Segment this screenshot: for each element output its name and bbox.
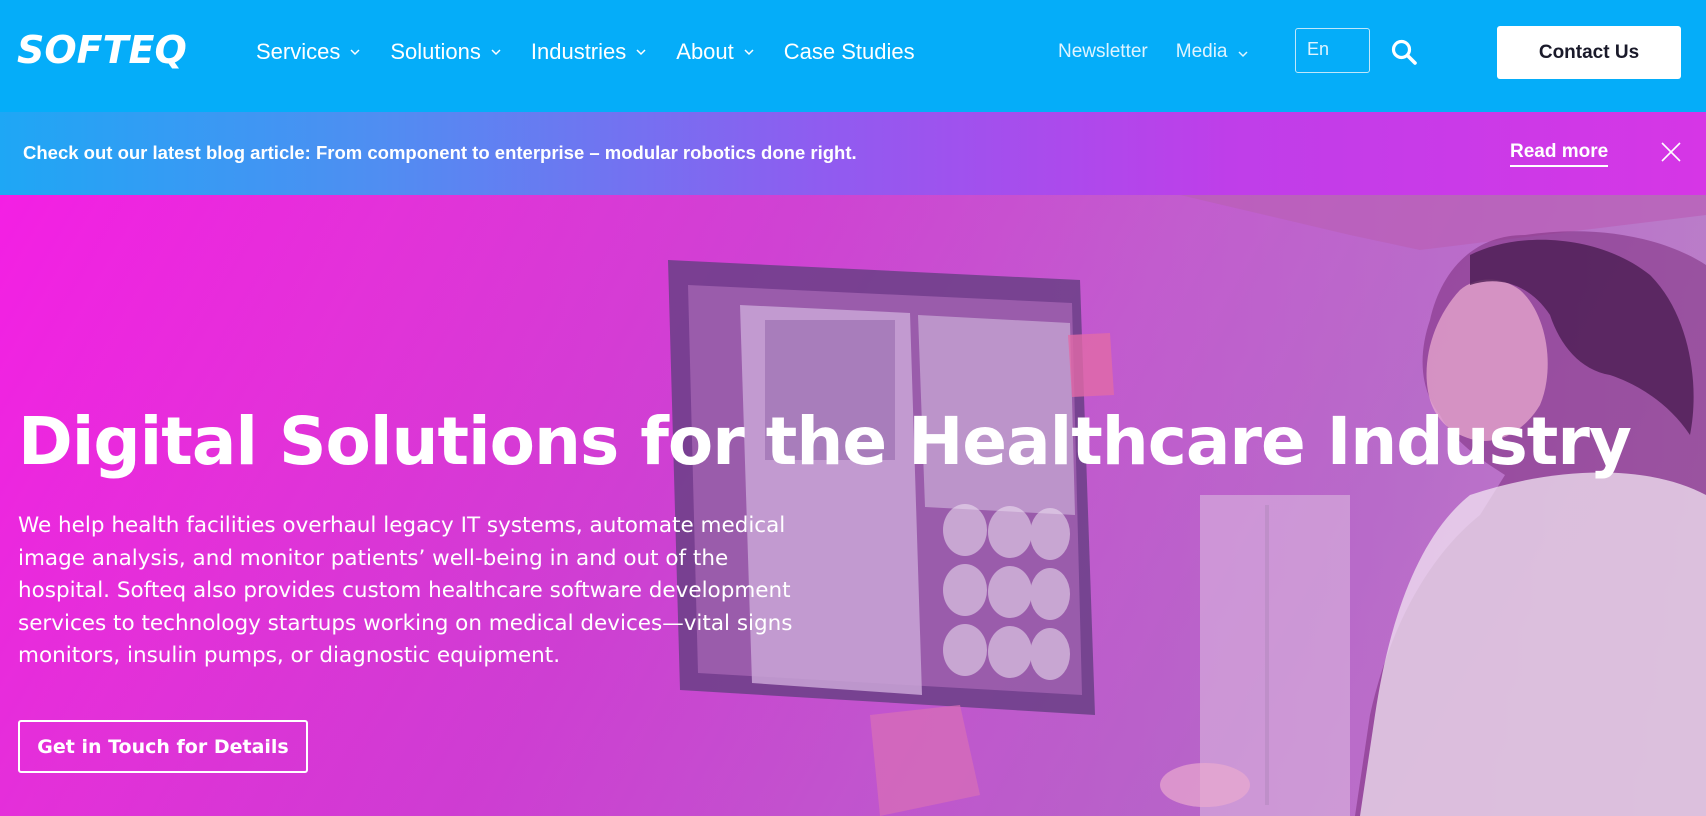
hero-title: Digital Solutions for the Healthcare Ind…	[18, 403, 1632, 480]
get-in-touch-button[interactable]: Get in Touch for Details	[18, 720, 308, 773]
main-nav: Services Solutions Industries About Case…	[256, 0, 943, 104]
nav-item-solutions[interactable]: Solutions	[390, 39, 503, 65]
nav-item-label: Media	[1175, 41, 1228, 62]
chevron-down-icon	[742, 45, 756, 59]
nav-item-label: Solutions	[390, 39, 481, 64]
contact-us-button[interactable]: Contact Us	[1497, 26, 1681, 79]
banner-text: Check out our latest blog article: From …	[23, 142, 857, 163]
chevron-down-icon	[348, 45, 362, 59]
close-icon[interactable]	[1660, 141, 1682, 163]
announcement-banner: Check out our latest blog article: From …	[0, 112, 1706, 195]
nav-item-services[interactable]: Services	[256, 39, 362, 65]
nav-item-newsletter[interactable]: Newsletter	[1058, 41, 1148, 63]
chevron-down-icon	[489, 45, 503, 59]
nav-item-about[interactable]: About	[676, 39, 756, 65]
nav-item-label: About	[676, 39, 734, 64]
softeq-logo[interactable]: SOFTEQ	[17, 30, 187, 70]
read-more-link[interactable]: Read more	[1510, 141, 1609, 167]
nav-item-label: Newsletter	[1058, 41, 1148, 62]
hero-description: We help health facilities overhaul legac…	[18, 513, 793, 668]
nav-item-label: Services	[256, 39, 341, 64]
nav-item-industries[interactable]: Industries	[531, 39, 648, 65]
chevron-down-icon	[634, 45, 648, 59]
site-header: SOFTEQ Services Solutions Industries Abo…	[0, 0, 1706, 112]
search-icon[interactable]	[1390, 38, 1418, 66]
hero-section: Digital Solutions for the Healthcare Ind…	[0, 195, 1706, 816]
nav-item-label: Case Studies	[783, 39, 915, 64]
secondary-nav: Newsletter Media	[1058, 0, 1278, 104]
nav-item-media[interactable]: Media	[1176, 41, 1250, 63]
language-selector[interactable]: En	[1295, 28, 1370, 73]
nav-item-case-studies[interactable]: Case Studies	[784, 39, 915, 65]
nav-item-label: Industries	[530, 39, 627, 64]
chevron-down-icon	[1236, 45, 1250, 59]
